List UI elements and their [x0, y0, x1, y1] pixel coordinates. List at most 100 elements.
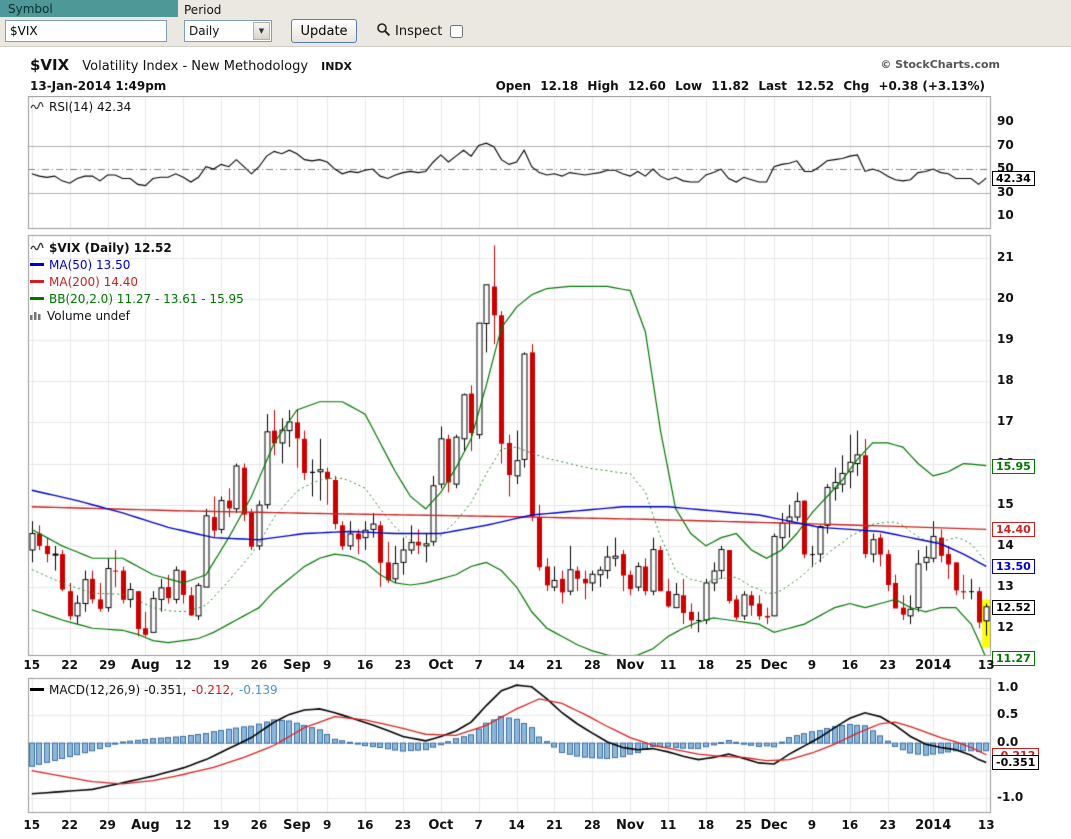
x-axis-label: 11	[660, 658, 677, 672]
last-label: Last	[758, 79, 787, 93]
inspect-checkbox[interactable]	[450, 25, 463, 38]
main-legend: $VIX (Daily) 12.52 MA(50) 13.50 MA(200) …	[30, 239, 244, 324]
x-axis-label-bottom: 12	[175, 818, 192, 832]
ma50-line-icon	[30, 263, 44, 266]
x-axis-label-bottom: 23	[395, 818, 412, 832]
x-axis-label: 13	[978, 658, 995, 672]
rsi-axis-label: 10	[997, 208, 1014, 223]
macd-value-box: -0.351	[992, 755, 1039, 770]
ma50-legend: MA(50) 13.50	[49, 258, 130, 272]
price-axis-label: 21	[997, 250, 1014, 265]
bollinger-legend: BB(20,2.0) 11.27 - 13.61 - 15.95	[49, 292, 244, 306]
price-axis-label: 14	[997, 538, 1014, 553]
period-label: Period	[184, 3, 221, 17]
x-axis-label: 14	[508, 658, 525, 672]
ma200-line-icon	[30, 280, 44, 283]
x-axis-label-bottom: 13	[978, 818, 995, 832]
x-axis-label-bottom: 29	[99, 818, 116, 832]
x-axis-label: 26	[251, 658, 268, 672]
x-axis-label-bottom: Aug	[131, 818, 160, 833]
macd-legend: MACD(12,26,9) -0.351, -0.212, -0.139	[30, 681, 278, 698]
ma200-legend: MA(200) 14.40	[49, 275, 138, 289]
x-axis-label: Oct	[428, 658, 453, 673]
x-axis-label: 16	[842, 658, 859, 672]
stockcharts-credit: © StockCharts.com	[880, 58, 1000, 71]
period-value: Daily	[189, 24, 219, 38]
x-axis-label: 9	[323, 658, 331, 672]
x-axis-label: 12	[175, 658, 192, 672]
chart-canvas	[0, 96, 1071, 839]
x-axis-label-bottom: 11	[660, 818, 677, 832]
x-axis-label-bottom: 28	[584, 818, 601, 832]
x-axis-label-bottom: 7	[475, 818, 483, 832]
bollinger-line-icon	[30, 297, 44, 300]
update-button[interactable]: Update	[291, 19, 357, 43]
macd-line-icon	[30, 688, 44, 691]
x-axis-label: 21	[546, 658, 563, 672]
x-axis-label: 18	[698, 658, 715, 672]
macd-legend-signal: -0.212,	[191, 683, 234, 697]
high-value: 12.60	[628, 79, 666, 93]
x-axis-label-bottom: 9	[323, 818, 331, 832]
x-axis-label: Nov	[616, 658, 644, 673]
x-axis-label: 2014	[915, 658, 951, 673]
x-axis-label: 23	[879, 658, 896, 672]
x-axis-label-bottom: 2014	[915, 818, 951, 833]
search-icon	[376, 22, 391, 41]
low-label: Low	[675, 79, 702, 93]
x-axis-label-bottom: 16	[357, 818, 374, 832]
rsi-axis-label: 70	[997, 138, 1014, 153]
x-axis-label-bottom: Sep	[283, 818, 311, 833]
x-axis-label-bottom: 18	[698, 818, 715, 832]
rsi-axis-label: 30	[997, 185, 1014, 200]
volume-bars-icon	[30, 309, 42, 323]
x-axis-label: 22	[61, 658, 78, 672]
x-axis-label-bottom: 23	[879, 818, 896, 832]
open-value: 12.18	[540, 79, 578, 93]
x-axis-label: 28	[584, 658, 601, 672]
price-axis-label: 13	[997, 579, 1014, 594]
rsi-legend-text: RSI(14) 42.34	[49, 100, 131, 114]
symbol-input[interactable]	[5, 20, 167, 42]
volume-legend: Volume undef	[47, 309, 130, 323]
chevron-down-icon[interactable]: ▼	[253, 22, 270, 40]
x-axis-label-bottom: 16	[842, 818, 859, 832]
header-exchange: INDX	[321, 60, 352, 73]
high-label: High	[587, 79, 618, 93]
x-axis-label: 7	[475, 658, 483, 672]
main-legend-symbol: $VIX (Daily) 12.52	[49, 241, 172, 255]
period-select[interactable]: Daily ▼	[184, 20, 272, 42]
open-label: Open	[496, 79, 531, 93]
price-axis-label: 18	[997, 373, 1014, 388]
x-axis-label-bottom: Dec	[760, 818, 787, 833]
price-value-box: 13.50	[992, 559, 1035, 574]
toolbar: Symbol Period Daily ▼ Update Inspect	[0, 0, 1071, 47]
rsi-axis-label: 90	[997, 114, 1014, 129]
x-axis-label-bottom: 22	[61, 818, 78, 832]
rsi-line-icon	[30, 100, 45, 114]
x-axis-label: Aug	[131, 658, 160, 673]
chart-header: $VIX Volatility Index - New Methodology …	[30, 55, 352, 74]
inspect-label: Inspect	[395, 24, 442, 39]
x-axis-label: 19	[213, 658, 230, 672]
header-title: Volatility Index - New Methodology	[82, 59, 308, 74]
low-value: 11.82	[711, 79, 749, 93]
inspect-control: Inspect	[376, 22, 466, 41]
last-value: 12.52	[796, 79, 834, 93]
x-axis-label: Dec	[760, 658, 787, 673]
price-axis-label: 15	[997, 497, 1014, 512]
macd-axis-label: -1.0	[997, 790, 1023, 805]
symbol-label: Symbol	[0, 0, 178, 17]
x-axis-label: 15	[23, 658, 40, 672]
x-axis-label-bottom: 21	[546, 818, 563, 832]
x-axis-label-bottom: Nov	[616, 818, 644, 833]
x-axis-label: 29	[99, 658, 116, 672]
header-symbol: $VIX	[30, 56, 69, 74]
rsi-legend: RSI(14) 42.34	[30, 98, 131, 115]
price-axis-label: 19	[997, 332, 1014, 347]
macd-axis-label: 1.0	[997, 680, 1018, 695]
macd-legend-main: MACD(12,26,9) -0.351,	[49, 683, 186, 697]
x-axis-label: 23	[395, 658, 412, 672]
x-axis-label-bottom: 19	[213, 818, 230, 832]
macd-legend-hist: -0.139	[239, 683, 278, 697]
